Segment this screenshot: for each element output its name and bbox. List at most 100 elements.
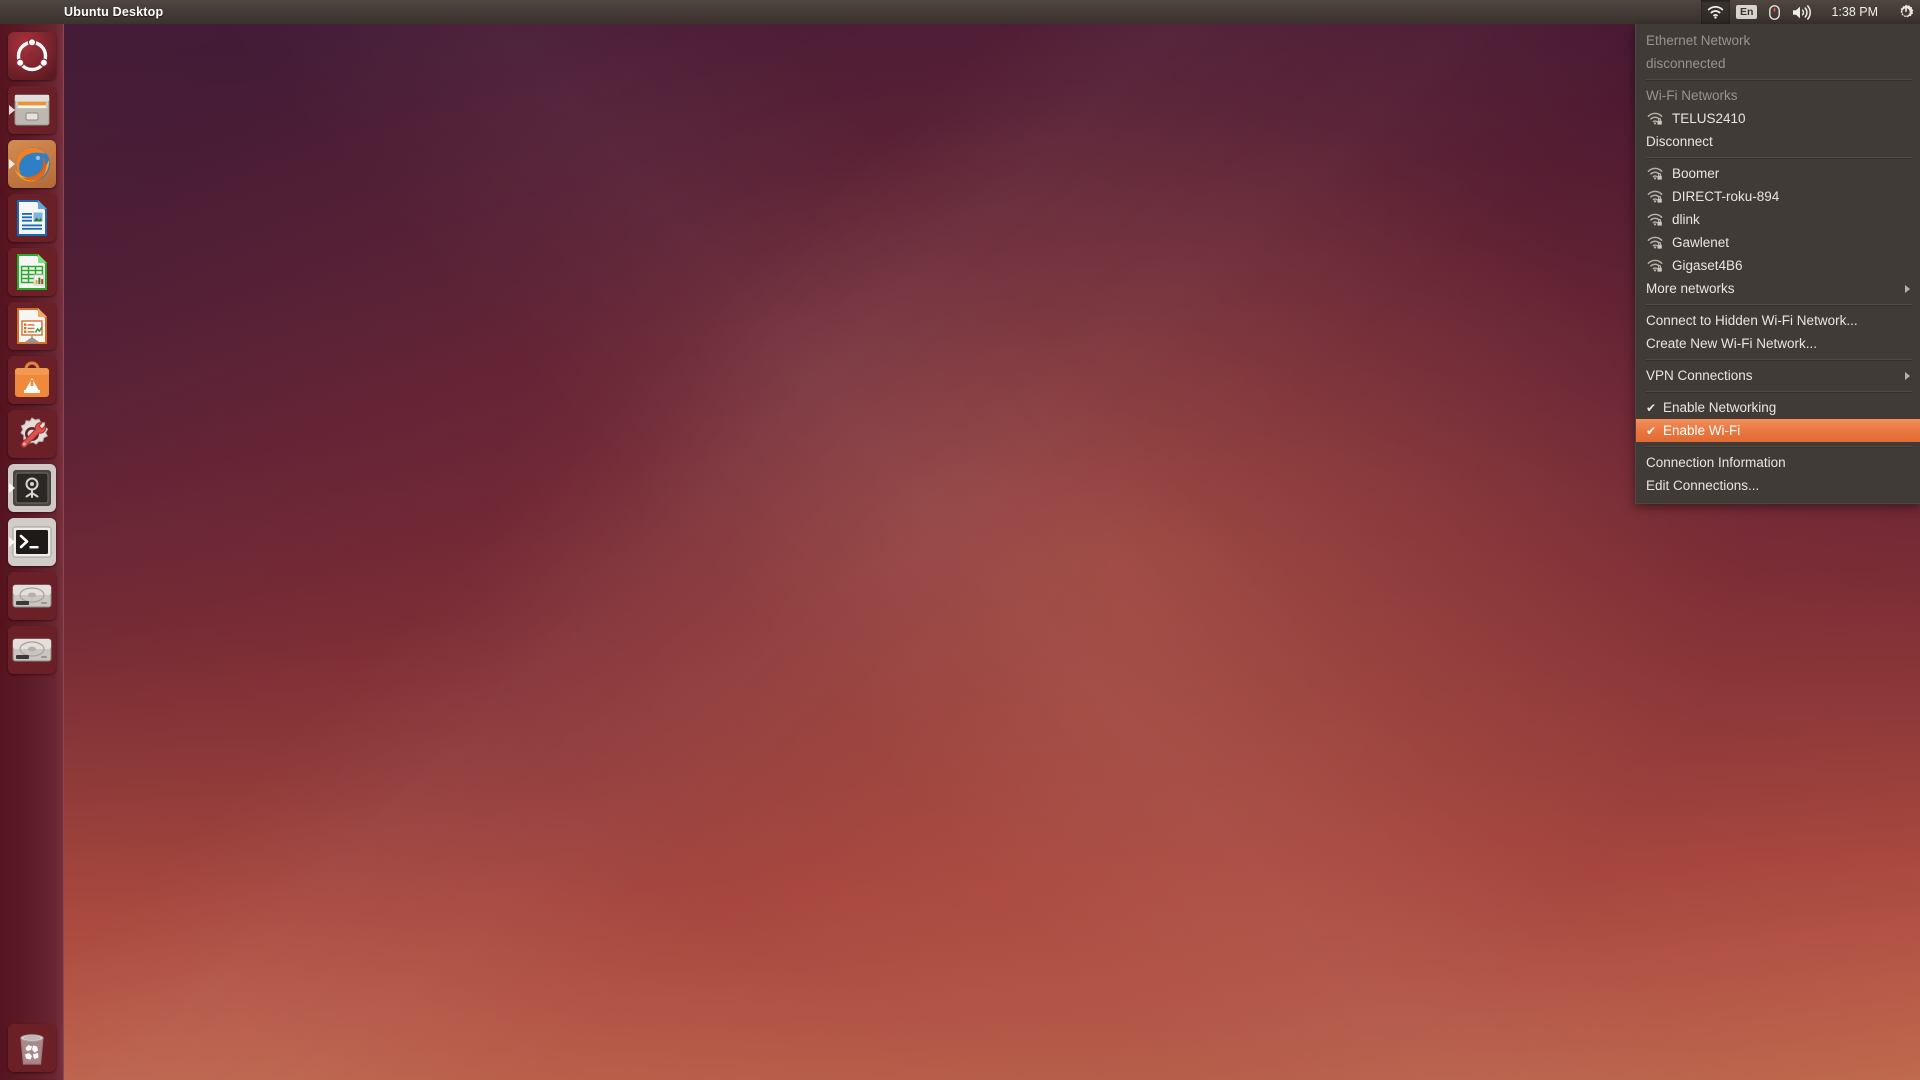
running-indicator	[9, 105, 15, 115]
terminal-icon	[8, 518, 56, 566]
wallpaper-streak	[0, 0, 1920, 1080]
software-bag-icon	[8, 356, 56, 404]
wifi-secured-icon	[1646, 213, 1664, 226]
wifi-icon	[1707, 5, 1724, 19]
launcher-item-system-settings[interactable]	[8, 410, 56, 458]
wifi-secured-icon	[1646, 112, 1664, 125]
vpn-connections-item[interactable]: VPN Connections	[1636, 364, 1920, 387]
disconnect-label: Disconnect	[1646, 134, 1713, 149]
safe-vault-icon	[8, 464, 56, 512]
impress-presentation-icon	[8, 302, 56, 350]
enable-networking-label: Enable Networking	[1663, 400, 1777, 415]
disconnect-item[interactable]: Disconnect	[1636, 130, 1920, 153]
connection-information-item[interactable]: Connection Information	[1636, 451, 1920, 474]
launcher-item-trash[interactable]	[8, 1024, 56, 1072]
wallpaper-streak	[0, 0, 1920, 1080]
clock-indicator[interactable]: 1:38 PM	[1817, 0, 1892, 24]
wifi-secured-icon	[1646, 190, 1664, 203]
running-indicator	[9, 483, 15, 493]
launcher-item-libreoffice-calc[interactable]	[8, 248, 56, 296]
hard-disk-icon	[8, 626, 56, 674]
writer-document-icon	[8, 194, 56, 242]
chevron-right-icon	[1905, 371, 1910, 380]
trash-bin-icon	[8, 1024, 56, 1072]
keyboard-indicator[interactable]: En	[1730, 0, 1763, 24]
launcher-item-dash-home[interactable]	[8, 32, 56, 80]
enable-wifi-label: Enable Wi-Fi	[1663, 423, 1741, 438]
wifi-ssid-label: TELUS2410	[1672, 111, 1746, 126]
launcher-item-disk-volume-2[interactable]	[8, 626, 56, 674]
wifi-title-label: Wi-Fi Networks	[1646, 88, 1738, 103]
network-indicator[interactable]	[1701, 0, 1731, 24]
enable-wifi-item[interactable]: ✔ Enable Wi-Fi	[1636, 419, 1920, 442]
menu-separator	[1646, 79, 1912, 80]
ubuntu-logo-icon	[8, 32, 56, 80]
wifi-network-boomer[interactable]: Boomer	[1636, 162, 1920, 185]
network-indicator-menu: Ethernet Network disconnected Wi-Fi Netw…	[1635, 24, 1920, 504]
menu-separator	[1646, 304, 1912, 305]
sound-indicator[interactable]	[1786, 0, 1817, 24]
keyboard-layout-label: En	[1736, 5, 1758, 19]
launcher-item-libreoffice-writer[interactable]	[8, 194, 56, 242]
desktop-wallpaper	[0, 0, 1920, 1080]
file-cabinet-icon	[8, 86, 56, 134]
chevron-right-icon	[1905, 284, 1910, 293]
connect-hidden-label: Connect to Hidden Wi-Fi Network...	[1646, 313, 1858, 328]
wifi-secured-icon	[1646, 259, 1664, 272]
launcher-item-disk-volume-1[interactable]	[8, 572, 56, 620]
wifi-ssid-label: Gigaset4B6	[1672, 258, 1743, 273]
checkmark-icon: ✔	[1646, 400, 1657, 415]
wallpaper-glow	[0, 0, 1920, 1080]
ethernet-status: disconnected	[1636, 52, 1920, 75]
more-networks-label: More networks	[1646, 281, 1735, 296]
launcher-item-firefox[interactable]	[8, 140, 56, 188]
wifi-ssid-label: DIRECT-roku-894	[1672, 189, 1780, 204]
running-indicator	[9, 159, 15, 169]
bluetooth-mouse-icon	[1769, 4, 1781, 20]
menu-separator	[1646, 446, 1912, 447]
menu-separator	[1646, 391, 1912, 392]
connect-hidden-wifi-item[interactable]: Connect to Hidden Wi-Fi Network...	[1636, 309, 1920, 332]
wifi-network-gigaset4b6[interactable]: Gigaset4B6	[1636, 254, 1920, 277]
wifi-network-gawlenet[interactable]: Gawlenet	[1636, 231, 1920, 254]
unity-launcher	[0, 24, 64, 1080]
checkmark-icon: ✔	[1646, 423, 1657, 438]
gear-wrench-icon	[8, 410, 56, 458]
launcher-item-libreoffice-impress[interactable]	[8, 302, 56, 350]
wifi-ssid-label: Gawlenet	[1672, 235, 1730, 250]
ethernet-status-label: disconnected	[1646, 56, 1726, 71]
ethernet-title-label: Ethernet Network	[1646, 33, 1751, 48]
calc-spreadsheet-icon	[8, 248, 56, 296]
wifi-section-title: Wi-Fi Networks	[1636, 84, 1920, 107]
connection-information-label: Connection Information	[1646, 455, 1786, 470]
clock-label: 1:38 PM	[1831, 5, 1878, 19]
volume-icon	[1793, 4, 1812, 20]
wallpaper-streak	[0, 0, 1920, 1080]
more-networks-item[interactable]: More networks	[1636, 277, 1920, 300]
panel-title: Ubuntu Desktop	[64, 5, 164, 19]
wifi-ssid-label: dlink	[1672, 212, 1700, 227]
wifi-secured-icon	[1646, 167, 1664, 180]
firefox-icon	[15, 147, 50, 182]
session-indicator[interactable]	[1892, 0, 1920, 24]
ethernet-section-title: Ethernet Network	[1636, 29, 1920, 52]
launcher-item-files[interactable]	[8, 86, 56, 134]
wifi-network-active-telus2410[interactable]: TELUS2410	[1636, 107, 1920, 130]
menu-separator	[1646, 157, 1912, 158]
wifi-network-direct-roku-894[interactable]: DIRECT-roku-894	[1636, 185, 1920, 208]
enable-networking-item[interactable]: ✔ Enable Networking	[1636, 396, 1920, 419]
launcher-item-terminal[interactable]	[8, 518, 56, 566]
top-panel: Ubuntu Desktop En 1:38 PM	[0, 0, 1920, 24]
edit-connections-label: Edit Connections...	[1646, 478, 1760, 493]
create-new-wifi-item[interactable]: Create New Wi-Fi Network...	[1636, 332, 1920, 355]
launcher-item-ubuntu-help[interactable]	[8, 464, 56, 512]
gear-power-icon	[1900, 4, 1914, 18]
launcher-item-ubuntu-software-center[interactable]	[8, 356, 56, 404]
wifi-network-dlink[interactable]: dlink	[1636, 208, 1920, 231]
running-indicator	[9, 537, 15, 547]
panel-indicator-area: En 1:38 PM	[1701, 0, 1920, 24]
edit-connections-item[interactable]: Edit Connections...	[1636, 474, 1920, 497]
bluetooth-indicator[interactable]	[1763, 0, 1786, 24]
menu-separator	[1646, 359, 1912, 360]
wifi-secured-icon	[1646, 236, 1664, 249]
